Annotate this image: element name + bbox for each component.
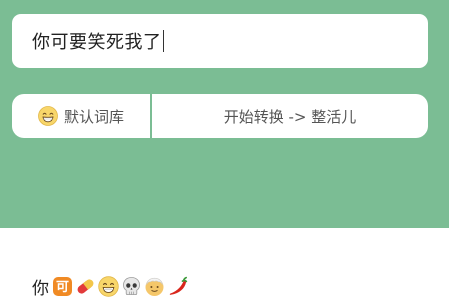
squared-ke-icon: 可: [53, 276, 72, 296]
start-convert-button[interactable]: 开始转换 -> 整活儿: [152, 94, 428, 138]
skull-icon: [123, 276, 140, 295]
hot-pepper-icon: [169, 276, 188, 295]
pill-icon: [77, 278, 94, 294]
default-dictionary-button[interactable]: 默认词库: [12, 94, 150, 138]
start-convert-label: 开始转换 -> 整活儿: [223, 107, 357, 126]
older-person-icon: [145, 277, 164, 296]
default-dictionary-label: 默认词库: [63, 107, 124, 126]
grinning-face-icon: [98, 275, 119, 297]
input-value: 你可要笑死我了: [32, 32, 162, 53]
conversion-output: 你 可: [32, 272, 188, 300]
grinning-face-icon: [38, 106, 58, 126]
output-leading-text: 你: [32, 278, 49, 299]
text-caret: [162, 30, 164, 52]
svg-text:可: 可: [56, 280, 69, 295]
action-bar: 默认词库 开始转换 -> 整活儿: [12, 94, 428, 138]
header-background: 你可要笑死我了 默认词库 开始转换 -> 整活儿: [0, 0, 449, 228]
text-input-field[interactable]: 你可要笑死我了: [12, 14, 428, 68]
